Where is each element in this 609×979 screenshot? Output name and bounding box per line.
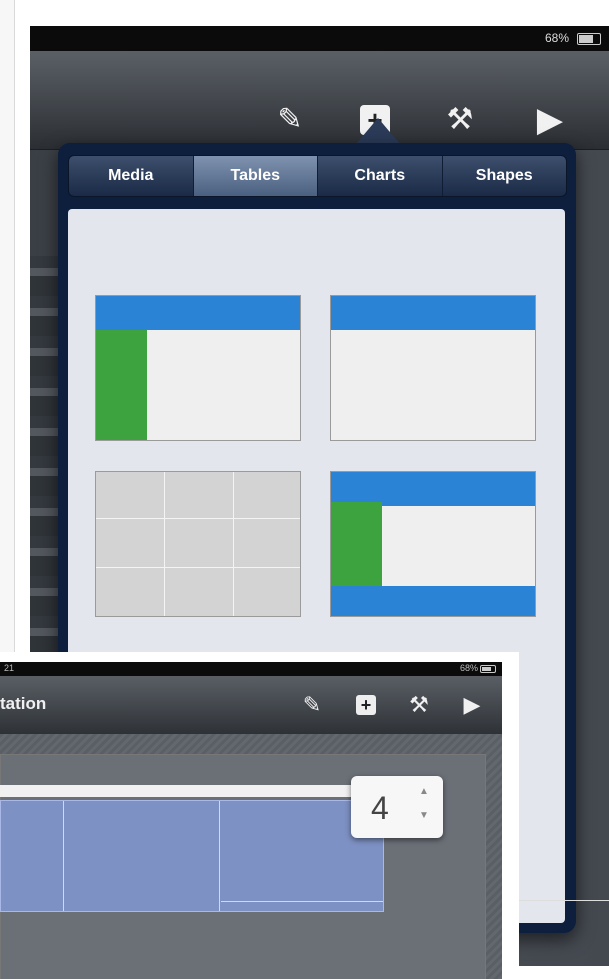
paintbrush-icon[interactable]: ✎ [270, 105, 310, 135]
stepper-down-icon[interactable]: ▼ [419, 810, 429, 821]
table-gridline [63, 801, 64, 911]
table-header-row [331, 472, 535, 506]
ipad-screen-2: 21 68% tation ✎ + ⚒ ▶ 4 ▲ ▼ [0, 662, 502, 979]
add-icon[interactable]: + [356, 695, 376, 715]
table-style-plain-grid[interactable] [95, 471, 301, 617]
table-header-column [96, 330, 147, 440]
play-icon[interactable]: ▶ [460, 692, 484, 718]
table-footer-row [331, 586, 535, 616]
battery-icon [577, 33, 601, 45]
slide-canvas: 4 ▲ ▼ [0, 734, 502, 979]
tab-media[interactable]: Media [69, 156, 194, 196]
wrench-icon[interactable]: ⚒ [407, 692, 431, 718]
table-header-column [331, 502, 382, 588]
stepper-value: 4 [371, 790, 389, 826]
background-page-edge [0, 0, 15, 660]
status-time: 21 [4, 663, 15, 673]
popover-arrow [356, 118, 400, 144]
play-icon[interactable]: ▶ [530, 103, 570, 137]
status-bar-2: 21 68% [0, 662, 502, 676]
selected-table[interactable] [0, 800, 384, 912]
paintbrush-icon[interactable]: ✎ [300, 692, 324, 718]
screenshot-table-editing: 21 68% tation ✎ + ⚒ ▶ 4 ▲ ▼ [0, 652, 519, 979]
table-header-row [331, 296, 535, 330]
stepper-up-icon[interactable]: ▲ [419, 786, 429, 797]
tab-charts[interactable]: Charts [318, 156, 443, 196]
wrench-icon[interactable]: ⚒ [440, 105, 480, 135]
battery-percent: 68% [459, 663, 478, 673]
table-style-header-row[interactable] [330, 295, 536, 441]
table-gridline [219, 801, 220, 911]
table-style-header-and-footer[interactable] [330, 471, 536, 617]
battery-percent: 68% [544, 31, 569, 45]
column-count-stepper[interactable]: 4 ▲ ▼ [351, 776, 443, 838]
toolbar-2: tation ✎ + ⚒ ▶ [0, 676, 502, 734]
toolbar: ✎ + ⚒ ▶ [30, 51, 609, 150]
battery-icon [480, 665, 496, 673]
document-title: tation [0, 694, 47, 713]
divider [519, 900, 609, 901]
table-header-row [96, 296, 300, 330]
status-bar: 68% [30, 26, 609, 51]
table-style-header-row-and-column[interactable] [95, 295, 301, 441]
table-top-bar [0, 785, 380, 797]
slide-thumbnail-strip [30, 256, 58, 676]
tab-shapes[interactable]: Shapes [443, 156, 567, 196]
table-gridline [221, 901, 383, 902]
tab-tables[interactable]: Tables [193, 156, 318, 196]
insert-tab-bar: Media Tables Charts Shapes [68, 155, 567, 197]
